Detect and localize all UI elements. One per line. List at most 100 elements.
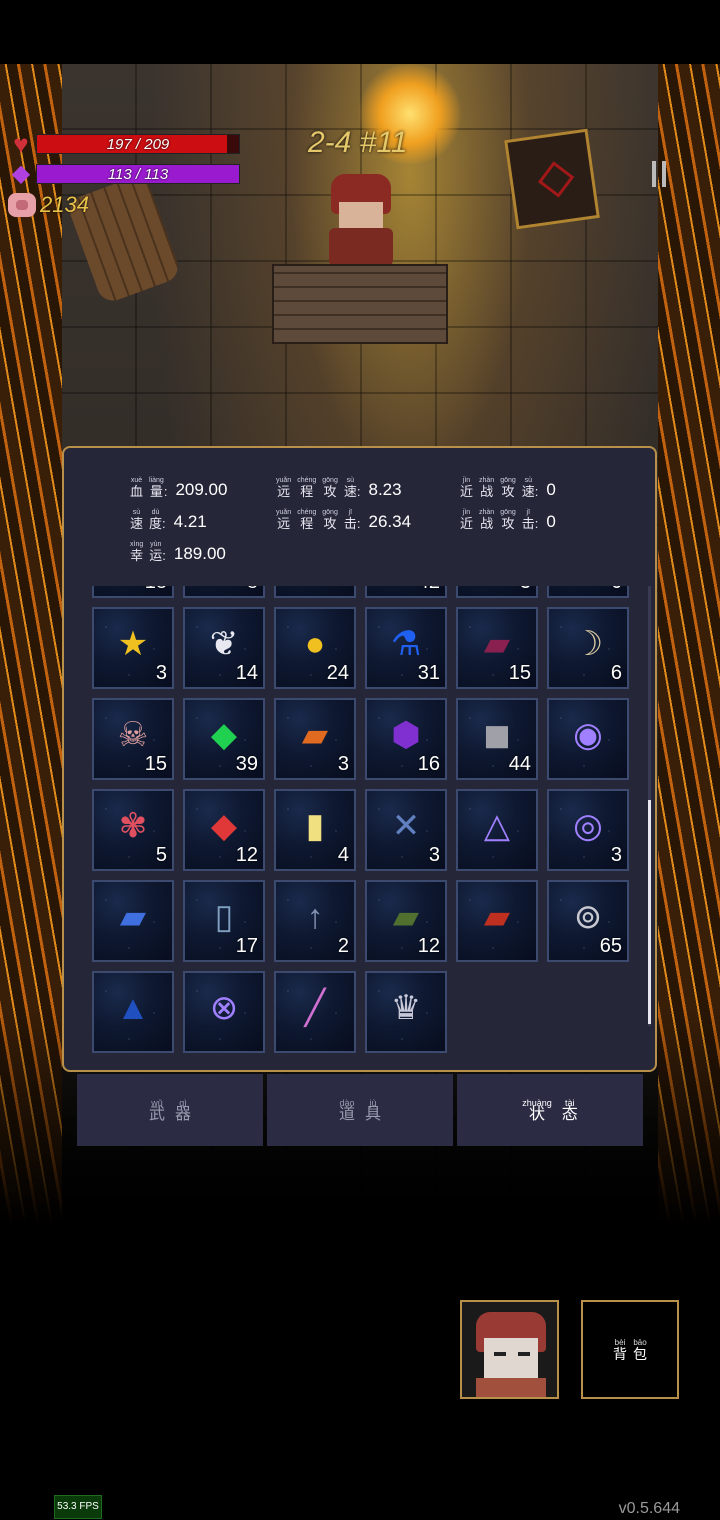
stat-row: yuǎn 远 chéng 程 gōng 攻 jī 击:26.34 [276, 508, 411, 531]
label-char: jī 击 [344, 508, 357, 531]
blue-spike-icon: ▲ [116, 989, 150, 1028]
inventory-slot[interactable]: ◈3 [456, 586, 538, 598]
crate [504, 128, 600, 230]
inventory-slot[interactable]: ✿18 [92, 586, 174, 598]
inventory-slot[interactable]: ✕ 3 [365, 789, 447, 871]
tab-weapons[interactable]: wǔ 武 qì 器 [77, 1074, 263, 1146]
inventory-slot[interactable]: ▲ [92, 971, 174, 1053]
item-count: 65 [599, 935, 622, 957]
inventory-slot[interactable]: ◆ 39 [183, 698, 265, 780]
label-char: zhuàng 状 [522, 1098, 552, 1122]
inventory-slot[interactable]: % [274, 586, 356, 598]
inventory-slot[interactable]: ▯ 17 [183, 880, 265, 962]
inventory-slot[interactable]: △ [456, 789, 538, 871]
inventory-slot[interactable]: ◉ [547, 698, 629, 780]
item-count: 12 [235, 844, 258, 866]
item-count: 2 [337, 935, 349, 957]
inventory-scroll-area[interactable]: ✿18♠8%⚗42◈3⚱6★3❦14●24⚗31▰15☽6☠15◆39▰3⬢16… [92, 586, 632, 1064]
hanzi: 攻 [323, 484, 337, 499]
stat-value: 209.00 [175, 480, 228, 499]
inventory-slot[interactable]: ● 24 [274, 607, 356, 689]
shop-table [272, 264, 448, 344]
tab-status[interactable]: zhuàng 状 tài 态 [457, 1074, 643, 1146]
feather-icon: ❦ [209, 625, 239, 664]
inventory-scrollbar[interactable] [648, 586, 651, 1026]
label-char: zhàn 战 [479, 476, 494, 499]
inventory-slot[interactable]: ▮ 4 [274, 789, 356, 871]
inventory-slot[interactable]: ⚱6 [547, 586, 629, 598]
inventory-slot[interactable]: ⬢ 16 [365, 698, 447, 780]
stat-row: sù 速 dù 度:4.21 [130, 508, 207, 531]
hanzi: 度 [149, 516, 163, 531]
stat-value: 0 [546, 512, 556, 531]
inventory-slot[interactable]: ▰ 3 [274, 698, 356, 780]
hanzi: 速 [130, 516, 144, 531]
inventory-slot[interactable]: ★ 3 [92, 607, 174, 689]
scrollbar-thumb[interactable] [648, 800, 651, 1024]
label-char: gōng 攻 [322, 508, 338, 531]
hanzi: 态 [561, 1105, 578, 1123]
portrait-eye [518, 1352, 530, 1356]
inventory-slot[interactable]: ▰ 12 [365, 880, 447, 962]
inventory-slot[interactable]: ♠8 [183, 586, 265, 598]
panel-tabs: wǔ 武 qì 器 dào 道 jù 具 zhuàng 状 tài 态 [77, 1074, 643, 1146]
backpack-button[interactable]: bèi 背 bāo 包 [581, 1300, 679, 1399]
inventory-slot[interactable]: ▰ 15 [456, 607, 538, 689]
hanzi: 战 [480, 516, 494, 531]
inventory-slot[interactable]: ❦ 14 [183, 607, 265, 689]
mana-gem-icon: ◆ [11, 160, 31, 187]
inventory-slot[interactable]: ⚗42 [365, 586, 447, 598]
stat-row: yuǎn 远 chéng 程 gōng 攻 sù 速:8.23 [276, 476, 402, 499]
inventory-slot[interactable]: ✾ 5 [92, 789, 174, 871]
inventory-slot[interactable]: ⚗ 31 [365, 607, 447, 689]
hp-text: 197 / 209 [106, 136, 170, 153]
heart-icon: ♥ [13, 129, 29, 159]
green-crystal-icon: ◆ [210, 716, 238, 755]
item-count: 3 [610, 844, 622, 866]
coin-row: 2134 [8, 192, 89, 218]
stat-colon: : [356, 484, 361, 499]
item-count: 44 [508, 753, 531, 775]
label-char: dù 度 [149, 508, 162, 531]
inventory-slot[interactable]: ◎ 3 [547, 789, 629, 871]
blue-book-icon: ▰ [119, 898, 147, 937]
stat-label: yuǎn 远 chéng 程 gōng 攻 jī 击 [276, 508, 357, 531]
inventory-slot[interactable]: ▰ [92, 880, 174, 962]
stat-colon: : [534, 516, 539, 531]
pause-button[interactable] [634, 148, 684, 200]
inventory-slot[interactable]: ↑ 2 [274, 880, 356, 962]
label-char: yuǎn 远 [276, 508, 291, 531]
player-face [339, 202, 383, 228]
label-char: bāo 包 [633, 1338, 647, 1361]
label-char: qì 器 [175, 1098, 191, 1122]
player-body [329, 228, 393, 266]
stats-block: xuè 血 liàng 量:209.00 yuǎn 远 chéng 程 gōng 攻 sù 速:8.2… [64, 472, 655, 572]
inventory-slot[interactable]: ☠ 15 [92, 698, 174, 780]
hanzi: 速 [343, 484, 357, 499]
character-portrait-button[interactable] [460, 1300, 559, 1399]
inventory-slot[interactable]: ⊚ 65 [547, 880, 629, 962]
inventory-slot[interactable]: ▰ [456, 880, 538, 962]
inventory-slot[interactable]: ◆ 12 [183, 789, 265, 871]
skull-feathers-icon: ☠ [117, 716, 149, 755]
label-char: tài 态 [561, 1098, 578, 1123]
red-book-icon: ▰ [483, 625, 511, 664]
silver-rings-icon: ⊚ [573, 898, 603, 937]
item-count: 6 [610, 662, 622, 684]
item-count: 16 [417, 753, 440, 775]
red-flower-icon: ✾ [118, 807, 148, 846]
stat-colon: : [534, 484, 539, 499]
inventory-slot[interactable]: ♛ [365, 971, 447, 1053]
inventory-slot[interactable]: ◼ 44 [456, 698, 538, 780]
inventory-slot[interactable]: ⊗ [183, 971, 265, 1053]
hook-icon: ↑ [306, 898, 324, 937]
label-char: xìng 幸 [130, 540, 143, 563]
label-char: chéng 程 [297, 508, 316, 531]
inventory-slot[interactable]: ☽ 6 [547, 607, 629, 689]
rune-cross-icon: ⊗ [209, 989, 239, 1028]
skull-book-icon: ▰ [392, 898, 420, 937]
label-char: sù 速 [130, 508, 143, 531]
inventory-slot[interactable]: ╱ [274, 971, 356, 1053]
tab-items[interactable]: dào 道 jù 具 [267, 1074, 453, 1146]
stat-row: xìng 幸 yùn 运:189.00 [130, 540, 226, 563]
